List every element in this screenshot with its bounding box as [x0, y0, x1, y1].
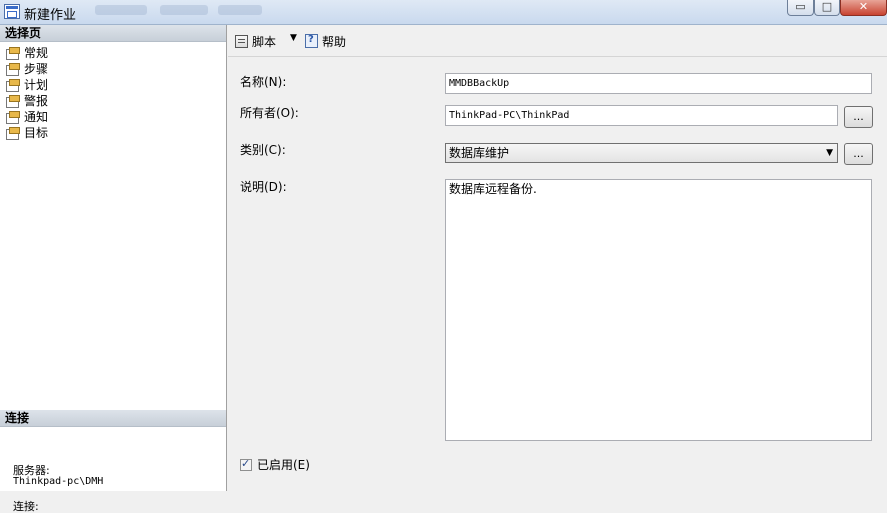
- page-icon: [6, 47, 20, 60]
- description-label: 说明(D):: [240, 180, 287, 194]
- page-item-steps[interactable]: 步骤: [6, 61, 48, 77]
- script-dropdown-arrow[interactable]: ▼: [290, 33, 297, 43]
- help-label: 帮助: [322, 34, 347, 49]
- category-browse-button[interactable]: ...: [844, 143, 873, 165]
- enabled-checkbox[interactable]: [240, 457, 252, 471]
- connection-header: 连接: [0, 410, 226, 427]
- help-icon: [305, 34, 318, 48]
- page-icon: [6, 111, 20, 124]
- server-value: Thinkpad-pc\DMH: [13, 476, 104, 487]
- owner-input[interactable]: ThinkPad-PC\ThinkPad: [445, 105, 838, 126]
- chevron-down-icon: ▼: [826, 148, 833, 158]
- toolbar: 脚本 ▼ 帮助: [228, 25, 887, 57]
- script-button[interactable]: 脚本: [235, 33, 276, 49]
- owner-browse-button[interactable]: ...: [844, 106, 873, 128]
- page-item-alerts[interactable]: 警报: [6, 93, 48, 109]
- page-item-label: 常规: [24, 46, 49, 60]
- help-button[interactable]: 帮助: [305, 33, 346, 49]
- left-pane: 选择页 常规 步骤 计划 警报 通知 目标 连接 服务器: Thinkpad-p…: [0, 25, 227, 512]
- name-label: 名称(N):: [240, 75, 287, 89]
- title-bar: 新建作业 ▭ □ ✕: [0, 0, 887, 25]
- script-label: 脚本: [252, 34, 277, 49]
- page-item-notifications[interactable]: 通知: [6, 109, 48, 125]
- window-title: 新建作业: [24, 8, 77, 23]
- minimize-button[interactable]: ▭: [787, 0, 814, 16]
- name-input[interactable]: MMDBBackUp: [445, 73, 872, 94]
- page-item-label: 通知: [24, 110, 49, 124]
- category-value: 数据库维护: [449, 146, 510, 160]
- page-item-schedules[interactable]: 计划: [6, 77, 48, 93]
- connection-info: 服务器: Thinkpad-pc\DMH 连接:: [13, 465, 103, 512]
- script-icon: [235, 34, 248, 48]
- category-select[interactable]: 数据库维护 ▼: [445, 143, 838, 163]
- description-textarea[interactable]: 数据库远程备份.: [445, 179, 872, 441]
- page-icon: [6, 95, 20, 108]
- blurred-background-tab: [218, 5, 262, 15]
- page-list: 常规 步骤 计划 警报 通知 目标: [6, 45, 48, 141]
- blurred-background-tab: [95, 5, 147, 15]
- owner-label: 所有者(O):: [240, 106, 299, 120]
- page-item-targets[interactable]: 目标: [6, 125, 48, 141]
- connection-label: 连接:: [13, 500, 39, 513]
- page-item-label: 步骤: [24, 62, 49, 76]
- page-item-label: 计划: [24, 78, 49, 92]
- page-item-label: 警报: [24, 94, 49, 108]
- page-item-general[interactable]: 常规: [6, 45, 48, 61]
- enabled-label: 已启用(E): [257, 458, 310, 472]
- page-icon: [6, 127, 20, 140]
- category-label: 类别(C):: [240, 143, 286, 157]
- app-window-icon: [4, 4, 20, 19]
- page-item-label: 目标: [24, 126, 49, 140]
- server-label: 服务器:: [13, 464, 50, 477]
- blurred-background-tab: [160, 5, 208, 15]
- page-icon: [6, 79, 20, 92]
- maximize-button[interactable]: □: [814, 0, 840, 16]
- page-icon: [6, 63, 20, 76]
- close-button[interactable]: ✕: [840, 0, 887, 16]
- select-page-header: 选择页: [0, 25, 226, 42]
- enabled-checkbox-row[interactable]: 已启用(E): [240, 456, 310, 473]
